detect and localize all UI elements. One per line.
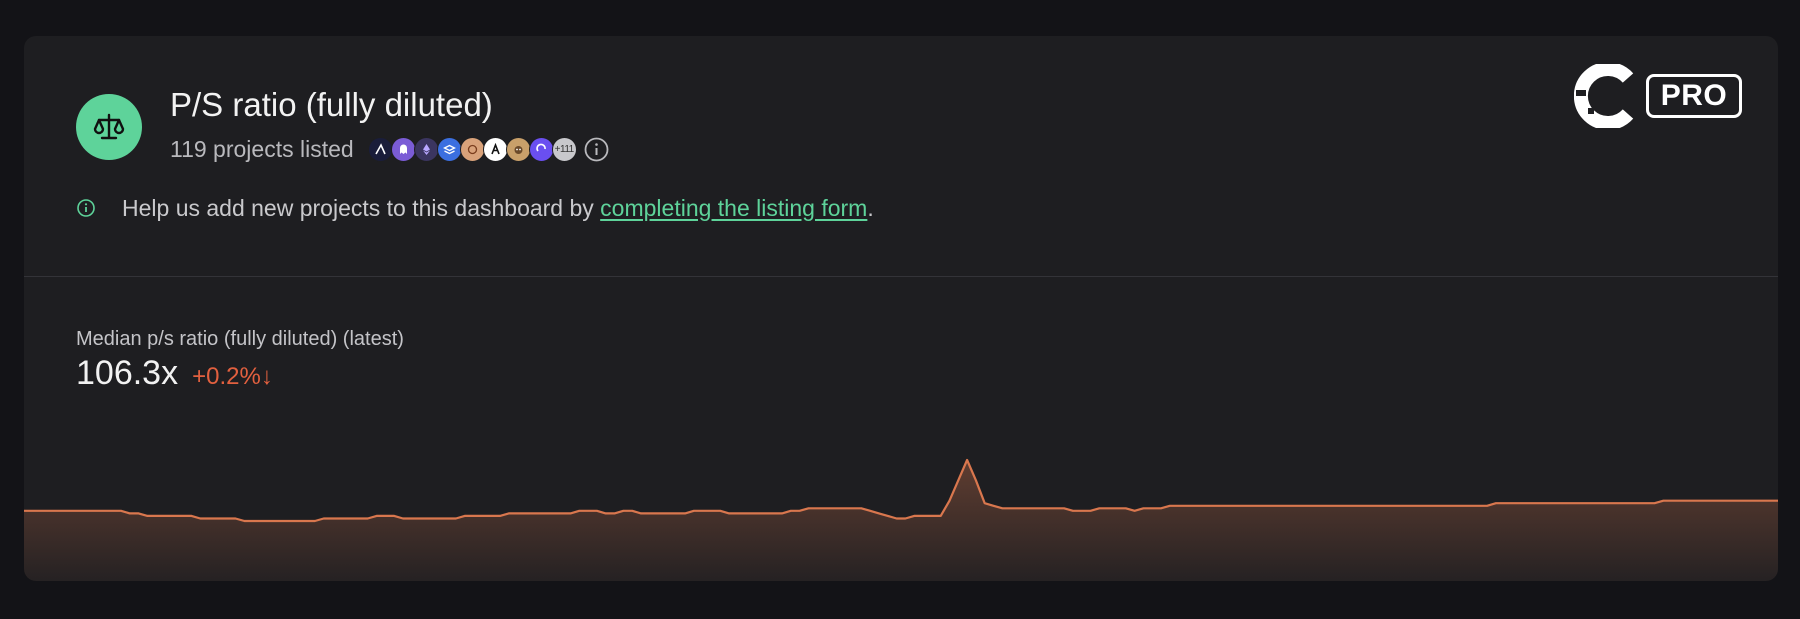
listing-form-link[interactable]: completing the listing form [600,195,867,221]
metric-value: 106.3x [76,354,179,392]
ethereum-logo-icon[interactable] [413,136,439,162]
metric-change: +0.2%↓ [192,363,273,390]
ghost-logo-icon[interactable] [390,136,416,162]
notice-text: Help us add new projects to this dashboa… [122,195,874,222]
pro-badge: PRO [1646,74,1742,118]
ape-logo-icon[interactable] [505,136,531,162]
brand-logo[interactable]: PRO [1574,64,1742,128]
median-ps-ratio-chart[interactable] [24,456,1778,581]
scale-icon [76,94,142,160]
arweave-logo-icon[interactable] [482,136,508,162]
info-icon[interactable] [583,136,610,163]
project-logos[interactable]: +111 [367,136,577,162]
swirl-logo-icon[interactable] [528,136,554,162]
section-divider [24,276,1778,277]
metric-row: 106.3x +0.2%↓ [76,354,273,393]
notice-text-after: . [867,194,874,221]
project-summary: 119 projects listed +111 [170,134,610,164]
brand-c-icon [1574,64,1634,128]
more-projects-badge[interactable]: +111 [551,136,577,162]
page-title: P/S ratio (fully diluted) [170,86,493,123]
dashboard-card: P/S ratio (fully diluted) 119 projects l… [24,36,1778,581]
info-circle-icon [76,198,96,218]
project-logo-icon[interactable] [367,136,393,162]
project-count: 119 projects listed [170,135,354,162]
layer-logo-icon[interactable] [436,136,462,162]
notice-text-before: Help us add new projects to this dashboa… [122,194,601,221]
pattern-logo-icon[interactable] [459,136,485,162]
listing-notice: Help us add new projects to this dashboa… [76,190,874,226]
metric-label: Median p/s ratio (fully diluted) (latest… [76,328,404,350]
